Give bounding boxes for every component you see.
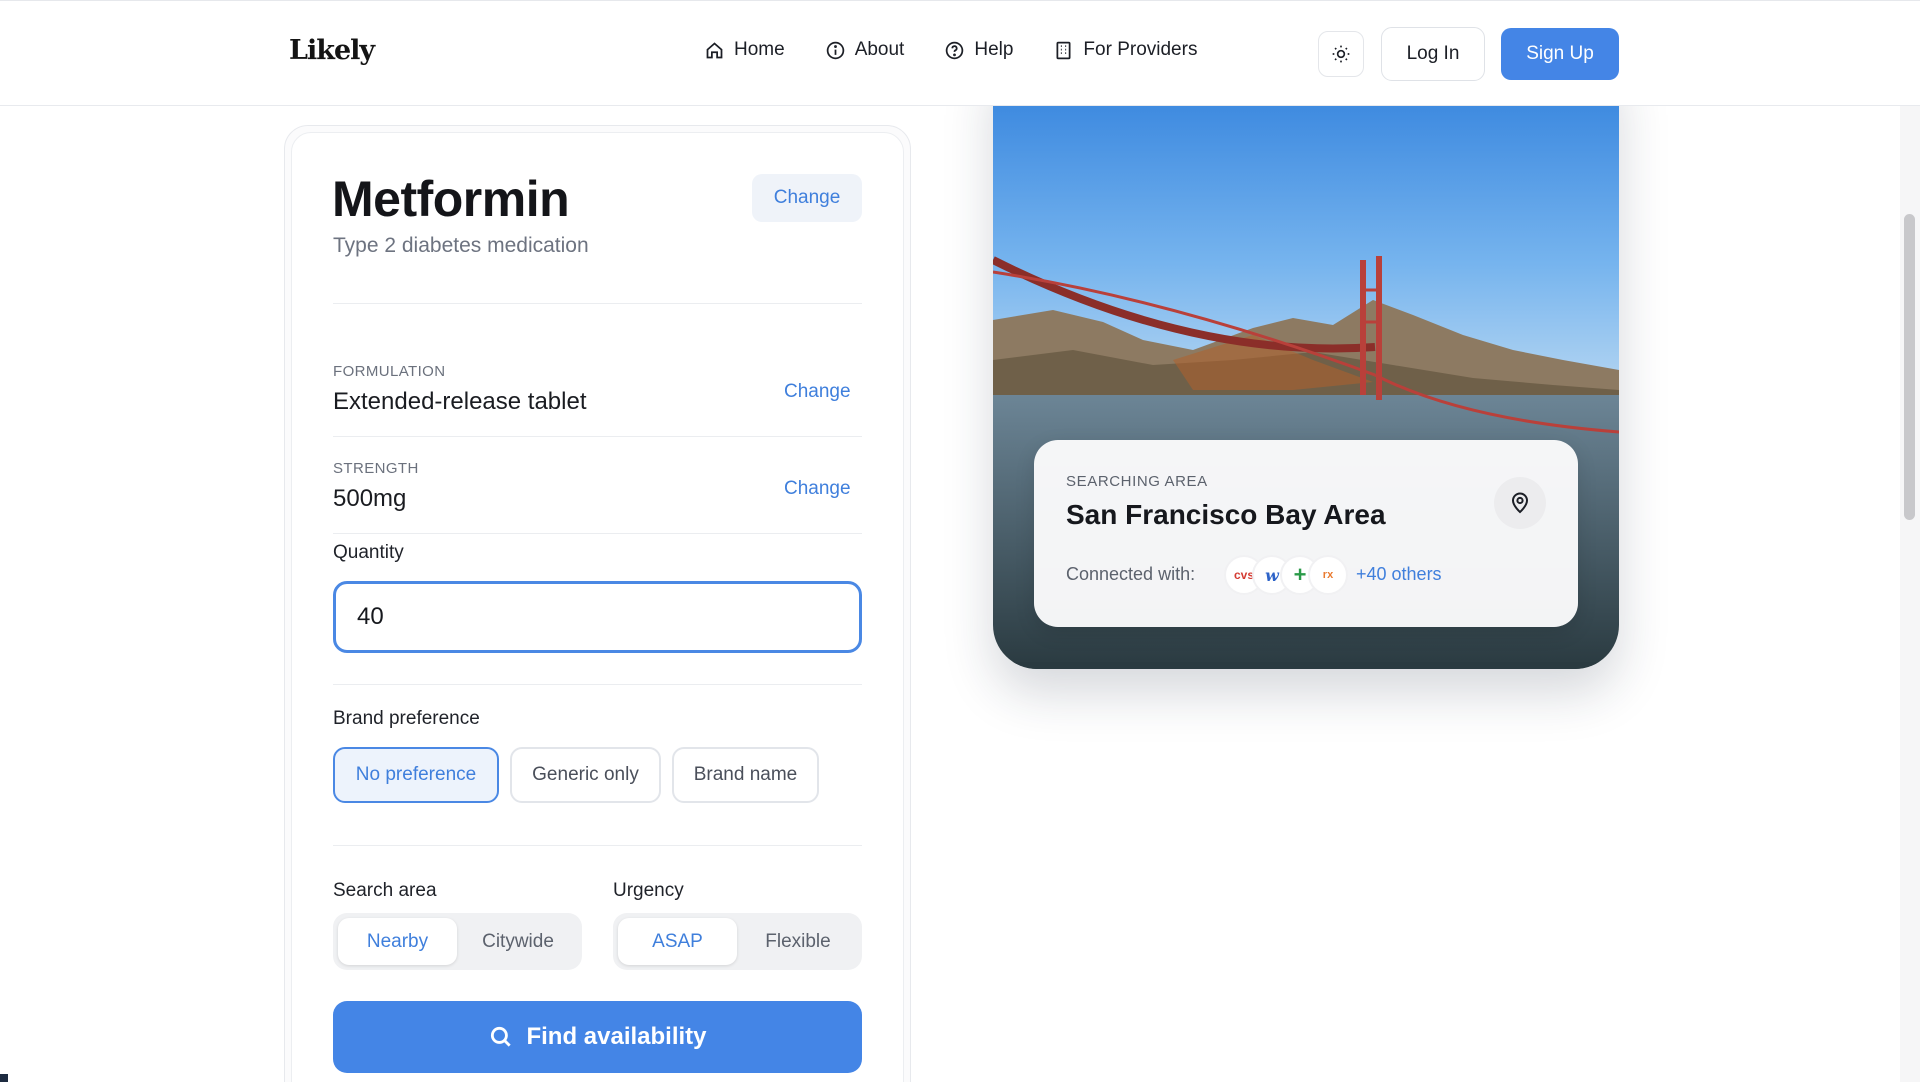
urgency-asap[interactable]: ASAP: [618, 918, 737, 965]
divider: [333, 684, 862, 685]
nav-help-label: Help: [974, 39, 1014, 60]
searching-area-name: San Francisco Bay Area: [1066, 499, 1386, 530]
nav-for-providers[interactable]: For Providers: [1053, 39, 1197, 61]
find-availability-label: Find availability: [526, 1023, 707, 1050]
urgency-toggle: ASAP Flexible: [613, 913, 862, 970]
main-nav: Home About Help For Providers: [704, 39, 1197, 61]
change-formulation-link[interactable]: Change: [784, 381, 851, 403]
building-icon: [1056, 41, 1071, 59]
formulation-label: FORMULATION: [333, 363, 446, 380]
quantity-input[interactable]: [333, 581, 862, 653]
nav-for-providers-label: For Providers: [1083, 39, 1198, 60]
divider: [333, 845, 862, 846]
signup-button[interactable]: Sign Up: [1501, 28, 1619, 80]
nav-help[interactable]: Help: [944, 39, 1013, 61]
location-pin-button[interactable]: [1494, 477, 1546, 529]
nav-home[interactable]: Home: [704, 39, 785, 61]
nav-home-label: Home: [734, 39, 785, 60]
medication-name: Metformin: [332, 171, 570, 227]
search-area-toggle: Nearby Citywide: [333, 913, 582, 970]
brand-option-no-preference[interactable]: No preference: [333, 747, 499, 803]
theme-toggle-button[interactable]: [1318, 31, 1364, 77]
formulation-value: Extended-release tablet: [333, 388, 587, 415]
connected-with-label: Connected with:: [1066, 564, 1196, 584]
divider: [333, 533, 862, 534]
pharmacy-logos: cvs w + rx: [1224, 555, 1348, 595]
help-circle-icon: [946, 41, 964, 59]
divider: [333, 436, 862, 437]
top-navbar: Likely Home About Help For Providers Log…: [0, 0, 1920, 106]
brand-option-generic-only[interactable]: Generic only: [510, 747, 661, 803]
brand-preference-label: Brand preference: [333, 708, 480, 729]
others-count-link[interactable]: +40 others: [1356, 564, 1442, 585]
window-corner: [0, 1074, 8, 1082]
sun-icon: [1332, 45, 1350, 63]
change-strength-link[interactable]: Change: [784, 478, 851, 500]
medication-description: Type 2 diabetes medication: [333, 234, 589, 257]
login-button[interactable]: Log In: [1381, 27, 1485, 81]
strength-value: 500mg: [333, 485, 407, 512]
home-icon: [706, 41, 723, 58]
info-icon: [826, 41, 844, 59]
nav-about[interactable]: About: [825, 39, 905, 61]
scrollbar-track: [1900, 0, 1920, 1082]
search-area-citywide[interactable]: Citywide: [459, 918, 577, 965]
map-pin-icon: [1511, 492, 1529, 514]
urgency-label: Urgency: [613, 880, 684, 901]
urgency-flexible[interactable]: Flexible: [739, 918, 857, 965]
rx-logo-icon: rx: [1308, 555, 1348, 595]
find-availability-button[interactable]: Find availability: [333, 1001, 862, 1073]
divider: [333, 303, 862, 304]
site-logo[interactable]: Likely: [289, 35, 375, 66]
search-icon: [491, 1026, 512, 1047]
searching-area-card: SEARCHING AREA San Francisco Bay Area Co…: [1034, 440, 1578, 627]
search-area-nearby[interactable]: Nearby: [338, 918, 457, 965]
nav-about-label: About: [854, 39, 905, 60]
scrollbar-thumb[interactable]: [1904, 214, 1915, 520]
strength-label: STRENGTH: [333, 460, 419, 477]
quantity-label: Quantity: [333, 542, 404, 563]
search-area-label: Search area: [333, 880, 437, 901]
change-medication-button[interactable]: Change: [752, 174, 862, 222]
searching-area-label: SEARCHING AREA: [1066, 473, 1208, 490]
brand-option-brand-name[interactable]: Brand name: [672, 747, 819, 803]
